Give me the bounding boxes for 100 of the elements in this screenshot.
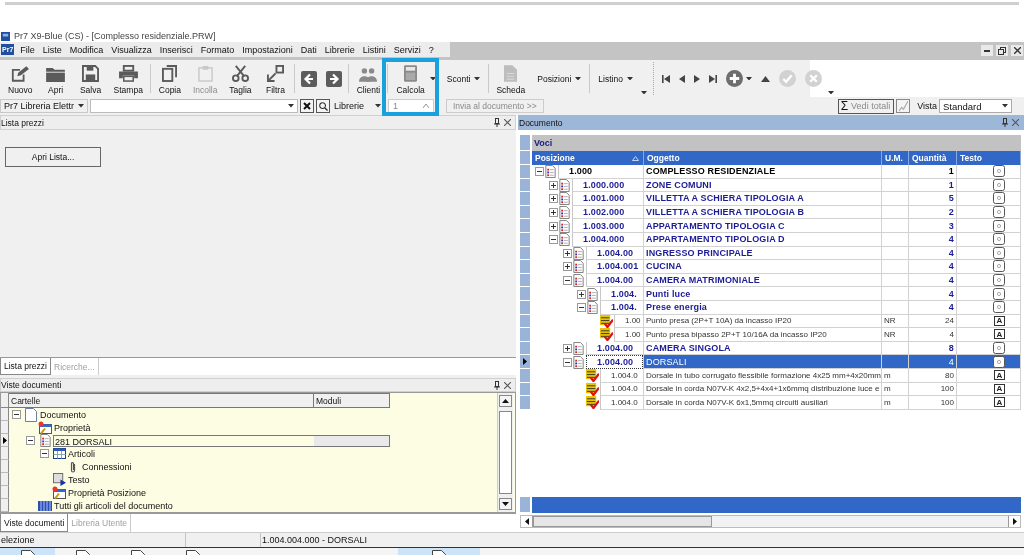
close-button[interactable] bbox=[1011, 45, 1023, 56]
note-icon[interactable] bbox=[993, 355, 1005, 368]
pin-icon[interactable] bbox=[494, 380, 500, 390]
view-dropdown[interactable]: Standard bbox=[939, 99, 1012, 113]
tree-item[interactable]: Tutti gli articoli del documento bbox=[53, 499, 173, 512]
menu-button[interactable]: Posizioni bbox=[533, 68, 586, 89]
expand-icon[interactable] bbox=[562, 248, 572, 258]
toolbar-button[interactable]: Filtra bbox=[260, 62, 291, 95]
menu-item[interactable]: Modifica bbox=[65, 43, 108, 56]
tab[interactable]: Viste documenti bbox=[0, 514, 69, 532]
collapse-icon[interactable] bbox=[562, 276, 572, 286]
clear-button[interactable] bbox=[300, 99, 314, 113]
toolbar-button[interactable]: Taglia bbox=[225, 62, 256, 95]
collapse-icon[interactable] bbox=[25, 436, 35, 445]
tree-item[interactable]: Articoli bbox=[67, 447, 95, 460]
text-icon[interactable]: A bbox=[994, 329, 1005, 340]
libraries-dropdown[interactable]: Librerie bbox=[332, 99, 384, 113]
expand-icon[interactable] bbox=[562, 344, 572, 353]
close-icon[interactable] bbox=[504, 381, 511, 389]
scroll-down-button[interactable] bbox=[499, 498, 512, 510]
chart-button[interactable] bbox=[896, 99, 911, 113]
text-icon[interactable]: A bbox=[994, 370, 1005, 381]
text-icon[interactable]: A bbox=[994, 383, 1005, 394]
library-dropdown[interactable]: Pr7 Libreria Elettr bbox=[0, 99, 88, 113]
toolbar-button[interactable]: Nuovo bbox=[5, 62, 36, 95]
counter-field[interactable]: 1 bbox=[388, 99, 434, 113]
scroll-up-button[interactable] bbox=[499, 395, 512, 407]
menu-button[interactable]: Listino bbox=[594, 68, 637, 89]
note-icon[interactable] bbox=[993, 301, 1005, 314]
close-icon[interactable] bbox=[504, 119, 511, 126]
note-icon[interactable] bbox=[993, 287, 1005, 300]
minimize-button[interactable] bbox=[981, 45, 993, 56]
tree-item[interactable]: Documento bbox=[39, 408, 87, 421]
note-icon[interactable] bbox=[993, 260, 1005, 273]
collapse-icon[interactable] bbox=[39, 449, 49, 458]
toolbar-button[interactable]: Clienti bbox=[353, 62, 384, 95]
tree-item[interactable]: 281 DORSALI bbox=[53, 434, 314, 447]
note-icon[interactable] bbox=[993, 192, 1005, 205]
open-list-button[interactable]: Apri Lista... bbox=[5, 147, 101, 167]
menu-item[interactable]: Librerie bbox=[320, 43, 359, 56]
note-icon[interactable] bbox=[993, 342, 1005, 354]
menu-item[interactable]: Servizi bbox=[389, 43, 425, 56]
note-icon[interactable] bbox=[993, 246, 1005, 259]
toolbar-button[interactable] bbox=[723, 68, 754, 89]
overflow-button[interactable] bbox=[825, 90, 836, 94]
expand-icon[interactable] bbox=[576, 289, 586, 299]
toolbar-button[interactable]: Salva bbox=[75, 62, 106, 95]
menu-item[interactable]: Formato bbox=[196, 43, 239, 56]
menu-item[interactable]: Listini bbox=[358, 43, 390, 56]
tree-item[interactable]: Testo bbox=[67, 473, 90, 486]
row-selector[interactable] bbox=[1, 434, 9, 447]
toolbar-button[interactable]: Copia bbox=[154, 62, 185, 95]
search-button[interactable] bbox=[316, 99, 330, 113]
expand-icon[interactable] bbox=[548, 221, 558, 231]
taskbar-button[interactable] bbox=[0, 548, 55, 555]
menu-item[interactable]: File bbox=[16, 43, 39, 56]
collapse-icon[interactable] bbox=[534, 167, 544, 177]
menu-item[interactable]: ? bbox=[424, 43, 438, 56]
toolbar-button[interactable] bbox=[324, 68, 345, 89]
menu-item[interactable]: Visualizza bbox=[107, 43, 156, 56]
note-icon[interactable] bbox=[993, 219, 1005, 232]
note-icon[interactable] bbox=[993, 233, 1005, 246]
text-icon[interactable]: A bbox=[994, 397, 1005, 408]
tab[interactable]: Lista prezzi bbox=[0, 358, 51, 375]
toolbar-button[interactable]: Calcola bbox=[392, 62, 438, 95]
expand-icon[interactable] bbox=[562, 262, 572, 272]
menu-button[interactable]: Sconti bbox=[442, 68, 485, 89]
toolbar-button[interactable]: Apri bbox=[40, 62, 71, 95]
note-icon[interactable] bbox=[993, 274, 1005, 287]
menu-item[interactable]: Liste bbox=[38, 43, 66, 56]
restore-button[interactable] bbox=[996, 45, 1008, 56]
tree-item[interactable]: Connessioni bbox=[81, 460, 132, 473]
column-header[interactable]: Moduli bbox=[314, 393, 390, 408]
overflow-button[interactable] bbox=[638, 90, 649, 94]
collapse-icon[interactable] bbox=[576, 303, 586, 313]
toolbar-button[interactable]: Stampa bbox=[110, 62, 146, 95]
collapse-icon[interactable] bbox=[11, 410, 21, 419]
note-icon[interactable] bbox=[993, 165, 1005, 178]
collapse-icon[interactable] bbox=[548, 235, 558, 245]
taskbar-button[interactable] bbox=[398, 548, 480, 555]
collapse-icon[interactable] bbox=[562, 357, 572, 367]
scroll-right-button[interactable] bbox=[1008, 516, 1020, 527]
expand-icon[interactable] bbox=[548, 208, 558, 218]
close-icon[interactable] bbox=[1012, 119, 1019, 126]
scroll-thumb[interactable] bbox=[533, 516, 712, 527]
toolbar-button[interactable] bbox=[299, 68, 320, 89]
expand-icon[interactable] bbox=[548, 180, 558, 190]
scroll-thumb[interactable] bbox=[499, 411, 512, 494]
pin-icon[interactable] bbox=[494, 118, 500, 127]
note-icon[interactable] bbox=[993, 206, 1005, 219]
tree-item[interactable]: Proprietà bbox=[53, 421, 91, 434]
menu-item[interactable]: Dati bbox=[296, 43, 321, 56]
vertical-scrollbar[interactable] bbox=[497, 393, 513, 512]
search-field[interactable] bbox=[90, 99, 298, 113]
horizontal-scrollbar[interactable] bbox=[520, 515, 1021, 528]
pin-icon[interactable] bbox=[1002, 118, 1008, 127]
scroll-left-button[interactable] bbox=[521, 516, 533, 527]
note-icon[interactable] bbox=[993, 178, 1005, 191]
text-icon[interactable]: A bbox=[994, 315, 1005, 326]
column-header[interactable]: Cartelle bbox=[9, 393, 314, 408]
